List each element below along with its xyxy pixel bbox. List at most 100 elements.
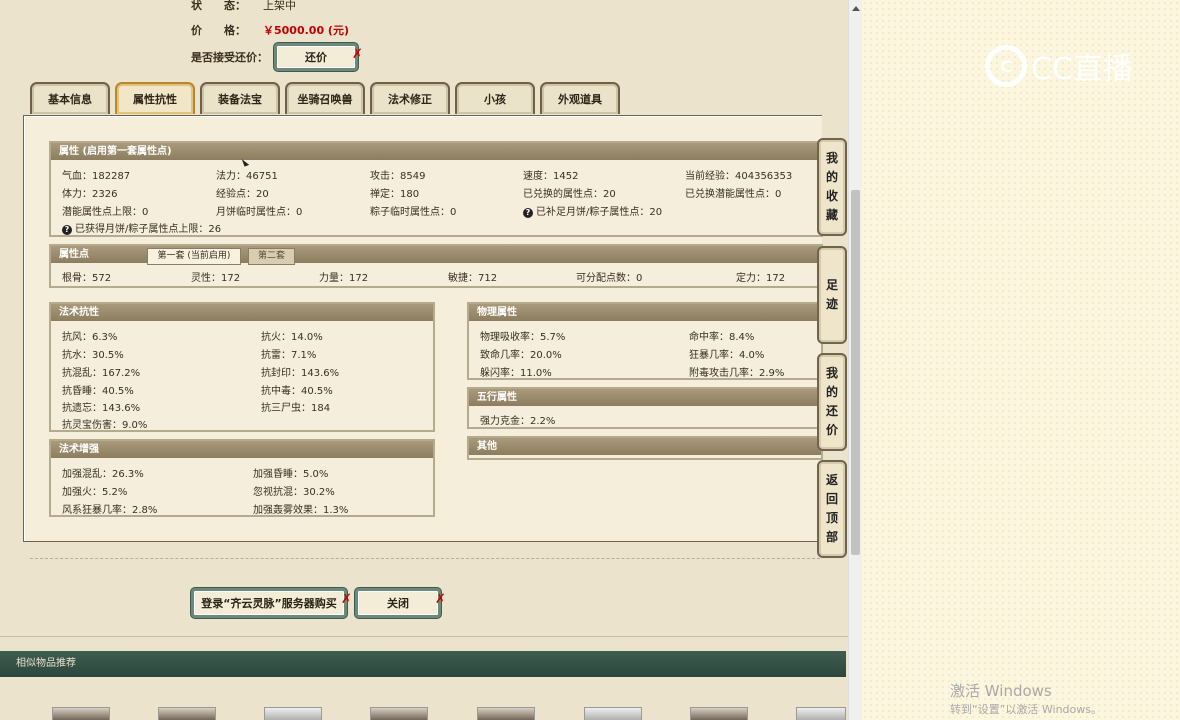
item-thumbnail[interactable]: [584, 707, 642, 720]
my-favorites-button[interactable]: 我 的 收 藏: [817, 138, 847, 236]
side-char: 足: [825, 278, 838, 292]
magic-boost-title: 法术增强: [51, 441, 433, 458]
physical-item: 躲闪率：11.0%: [480, 368, 552, 379]
side-char: 迹: [825, 297, 838, 311]
scroll-thumb[interactable]: [851, 190, 860, 555]
attr-filled-points-text: 已补足月饼/粽子属性点：20: [536, 207, 663, 218]
tab-basic-info[interactable]: 基本信息: [30, 82, 110, 114]
attributes-panel: 属性 (启用第一套属性点) 气血：182287 法力：46751 攻击：8549…: [23, 115, 823, 542]
attr-meditation: 禅定：180: [370, 189, 420, 200]
item-thumbnail[interactable]: [370, 707, 428, 720]
close-x-icon: ✗: [435, 592, 446, 607]
question-icon[interactable]: ?: [523, 208, 533, 218]
background-area: [862, 0, 1180, 720]
resist-item: 抗混乱：167.2%: [62, 368, 141, 379]
element-item: 强力克金：2.2%: [480, 416, 556, 427]
resist-item: 抗封印：143.6%: [261, 368, 340, 379]
other-title: 其他: [469, 438, 821, 455]
attr-exp-points: 经验点：20: [216, 189, 269, 200]
side-char: 收: [825, 189, 838, 203]
tab-appearance[interactable]: 外观道具: [540, 82, 620, 114]
item-thumbnail[interactable]: [52, 707, 110, 720]
attr-exp: 当前经验：404356353: [685, 171, 793, 182]
resist-item: 抗灵宝伤害：9.0%: [62, 420, 148, 431]
other-box: 其他: [467, 436, 823, 460]
attributes-title: 属性 (启用第一套属性点): [51, 143, 821, 160]
divider: [0, 636, 848, 637]
five-elements-box: 五行属性 强力克金：2.2%: [467, 387, 823, 429]
item-thumbnail[interactable]: [477, 707, 535, 720]
item-thumbnail[interactable]: [796, 707, 846, 720]
point-focus: 定力：172: [736, 273, 786, 284]
side-char: 的: [825, 170, 838, 184]
resist-item: 抗水：30.5%: [62, 350, 124, 361]
physical-item: 命中率：8.4%: [689, 332, 755, 343]
physical-item: 致命几率：20.0%: [480, 350, 562, 361]
five-elements-title: 五行属性: [469, 389, 821, 406]
counter-offer-button[interactable]: 还价: [274, 43, 358, 71]
attr-exchanged: 已兑换的属性点：20: [523, 189, 616, 200]
physical-box: 物理属性 物理吸收率：5.7% 致命几率：20.0% 躲闪率：11.0% 命中率…: [467, 302, 823, 380]
side-char: 部: [825, 530, 838, 544]
subtab-second-set[interactable]: 第二套: [248, 248, 295, 265]
my-offers-button[interactable]: 我 的 还 价: [817, 353, 847, 451]
point-strength: 力量：172: [319, 273, 369, 284]
windows-activation-sub: 转到“设置”以激活 Windows。: [950, 703, 1102, 716]
attr-potential-cap: 潜能属性点上限：0: [62, 207, 149, 218]
main-page: 状 态： 上架中 价 格： ￥5000.00 (元) 是否接受还价： 还价 ✗ 基本…: [0, 0, 848, 720]
magic-boost-box: 法术增强 加强混乱：26.3% 加强火：5.2% 风系狂暴几率：2.8% 加强昏…: [49, 439, 435, 517]
side-char: 顶: [825, 511, 838, 525]
vertical-scrollbar[interactable]: [848, 0, 863, 720]
status-label: 状 态：: [191, 0, 246, 12]
attr-mooncake-cap: ? 已获得月饼/粽子属性点上限：26: [62, 220, 221, 235]
close-button[interactable]: 关闭: [355, 588, 441, 618]
question-icon[interactable]: ?: [62, 225, 72, 235]
close-x-icon: ✗: [352, 47, 363, 62]
magic-resist-box: 法术抗性 抗风：6.3% 抗水：30.5% 抗混乱：167.2% 抗昏睡：40.…: [49, 302, 435, 432]
attr-stamina: 体力：2326: [62, 189, 118, 200]
attr-speed: 速度：1452: [523, 171, 579, 182]
boost-item: 风系狂暴几率：2.8%: [62, 505, 158, 516]
tab-equipment[interactable]: 装备法宝: [200, 82, 280, 114]
magic-resist-title: 法术抗性: [51, 304, 433, 321]
attr-mooncake-cap-text: 已获得月饼/粽子属性点上限：26: [75, 224, 222, 235]
status-value: 上架中: [263, 0, 296, 12]
counter-offer-label: 是否接受还价：: [191, 51, 268, 64]
attr-mooncake-temp: 月饼临时属性点：0: [216, 207, 303, 218]
attr-hp: 气血：182287: [62, 171, 131, 182]
resist-item: 抗昏睡：40.5%: [62, 386, 134, 397]
attr-mp: 法力：46751: [216, 171, 278, 182]
attributes-box: 属性 (启用第一套属性点) 气血：182287 法力：46751 攻击：8549…: [49, 141, 823, 237]
back-to-top-button[interactable]: 返 回 顶 部: [817, 460, 847, 558]
login-server-buy-button[interactable]: 登录“齐云灵脉”服务器购买: [191, 588, 347, 618]
tab-attributes[interactable]: 属性抗性: [115, 82, 195, 114]
tab-mounts-pets[interactable]: 坐骑召唤兽: [285, 82, 365, 114]
side-char: 我: [825, 151, 838, 165]
boost-item: 加强昏睡：5.0%: [253, 469, 329, 480]
point-constitution: 根骨：572: [62, 273, 112, 284]
item-thumbnail[interactable]: [690, 707, 748, 720]
side-char: 价: [825, 423, 838, 437]
physical-title: 物理属性: [469, 304, 821, 321]
point-spirit: 灵性：172: [191, 273, 241, 284]
item-thumbnail[interactable]: [158, 707, 216, 720]
point-agility: 敏捷：712: [448, 273, 498, 284]
point-unallocated: 可分配点数：0: [576, 273, 643, 284]
item-thumbnail[interactable]: [264, 707, 322, 720]
resist-item: 抗中毒：40.5%: [261, 386, 333, 397]
side-char: 我: [825, 366, 838, 380]
logo-text: CC直播: [1031, 52, 1133, 87]
tab-children[interactable]: 小孩: [455, 82, 535, 114]
subtab-first-set[interactable]: 第一套 (当前启用): [147, 248, 241, 265]
footprints-button[interactable]: 足 迹: [817, 246, 847, 344]
close-x-icon: ✗: [341, 592, 352, 607]
divider: [30, 558, 820, 559]
points-box: 属性点 第一套 (当前启用) 第二套 根骨：572 灵性：172 力量：172 …: [49, 244, 823, 288]
tab-spell-mods[interactable]: 法术修正: [370, 82, 450, 114]
resist-item: 抗火：14.0%: [261, 332, 323, 343]
scroll-up-icon[interactable]: [852, 6, 860, 11]
resist-item: 抗风：6.3%: [62, 332, 118, 343]
boost-item: 忽视抗混：30.2%: [253, 487, 335, 498]
attr-filled-points: ? 已补足月饼/粽子属性点：20: [523, 203, 662, 218]
boost-item: 加强火：5.2%: [62, 487, 128, 498]
